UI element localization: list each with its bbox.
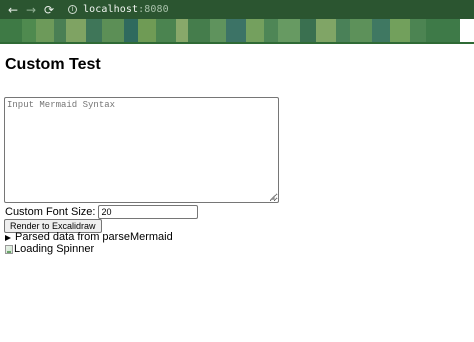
font-size-label: Custom Font Size: bbox=[5, 205, 96, 218]
bookmark-blur bbox=[226, 19, 246, 43]
bookmarks-bar bbox=[0, 19, 474, 43]
reload-button[interactable]: ⟳ bbox=[40, 0, 58, 19]
bookmark-blur bbox=[426, 19, 460, 43]
url-port: :8080 bbox=[138, 4, 169, 15]
bookmark-blur bbox=[54, 19, 66, 43]
bookmark-blur bbox=[316, 19, 336, 43]
mermaid-syntax-input[interactable] bbox=[4, 97, 279, 203]
bookmark-blur bbox=[336, 19, 350, 43]
bookmark-blur bbox=[102, 19, 124, 43]
bookmark-blur bbox=[36, 19, 54, 43]
broken-image-icon bbox=[5, 245, 13, 254]
bookmark-blur bbox=[390, 19, 410, 43]
bookmark-blur bbox=[372, 19, 390, 43]
bookmark-blur bbox=[138, 19, 156, 43]
bookmarks-overflow-icon[interactable]: › bbox=[468, 19, 474, 43]
info-icon[interactable]: i bbox=[68, 5, 77, 14]
bookmark-blur bbox=[300, 19, 316, 43]
bookmark-blur bbox=[350, 19, 372, 43]
reload-icon: ⟳ bbox=[43, 2, 55, 17]
bookmark-blur bbox=[264, 19, 278, 43]
bookmark-blur bbox=[86, 19, 102, 43]
arrow-right-icon: → bbox=[25, 2, 37, 17]
bookmark-blur bbox=[410, 19, 426, 43]
page-content: Custom Test ◢ Custom Font Size: Render t… bbox=[0, 44, 474, 342]
bookmark-blur bbox=[156, 19, 176, 43]
bookmark-blur bbox=[246, 19, 264, 43]
browser-toolbar: ← → ⟳ i localhost:8080 bbox=[0, 0, 474, 19]
arrow-left-icon: ← bbox=[7, 2, 19, 17]
bookmark-blur bbox=[210, 19, 226, 43]
bookmark-blur bbox=[0, 19, 22, 43]
disclosure-triangle-icon[interactable] bbox=[5, 234, 11, 241]
bookmark-blur bbox=[22, 19, 36, 43]
back-button[interactable]: ← bbox=[4, 0, 22, 19]
bookmark-blur bbox=[66, 19, 86, 43]
spinner-alt-text: Loading Spinner bbox=[14, 243, 95, 255]
bookmark-blur bbox=[278, 19, 300, 43]
forward-button[interactable]: → bbox=[22, 0, 40, 19]
font-size-input[interactable] bbox=[98, 205, 199, 219]
bookmark-blur bbox=[124, 19, 138, 43]
bookmark-blur bbox=[188, 19, 210, 43]
address-bar[interactable]: i localhost:8080 bbox=[68, 0, 169, 19]
bookmark-blur bbox=[176, 19, 188, 43]
url-host: localhost bbox=[83, 4, 139, 15]
page-title: Custom Test bbox=[5, 56, 101, 73]
loading-spinner-image: Loading Spinner bbox=[5, 243, 94, 256]
font-size-row: Custom Font Size: bbox=[5, 205, 199, 219]
url-text: localhost:8080 bbox=[83, 4, 169, 15]
